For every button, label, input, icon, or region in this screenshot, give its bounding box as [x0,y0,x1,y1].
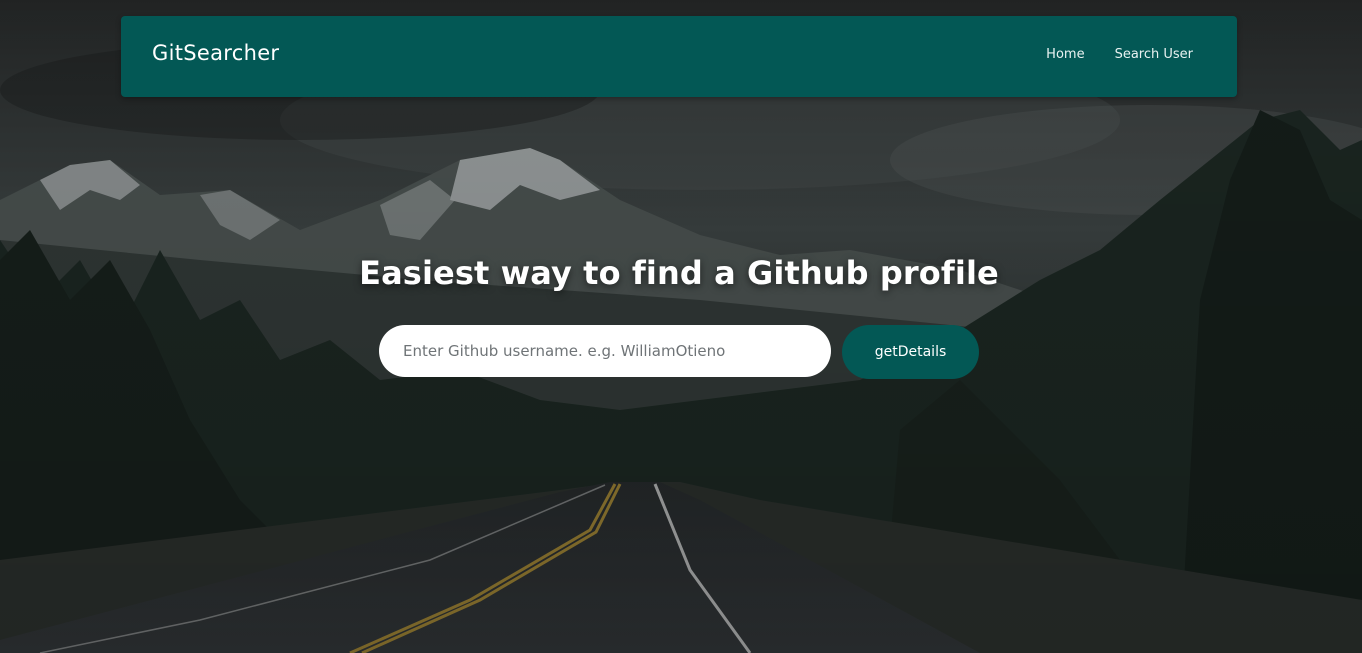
nav-link-home[interactable]: Home [1046,47,1084,62]
hero-section: GitSearcher Home Search User Easiest way… [0,0,1362,653]
headline-container: Easiest way to find a Github profile [0,254,1362,292]
get-details-button[interactable]: getDetails [842,325,979,379]
github-username-input[interactable] [379,325,831,377]
page-headline: Easiest way to find a Github profile [359,254,999,292]
navbar: GitSearcher Home Search User [121,16,1237,97]
nav-link-search-user[interactable]: Search User [1115,47,1193,62]
brand-logo-text[interactable]: GitSearcher [152,41,279,65]
nav-links: Home Search User [1046,47,1193,62]
